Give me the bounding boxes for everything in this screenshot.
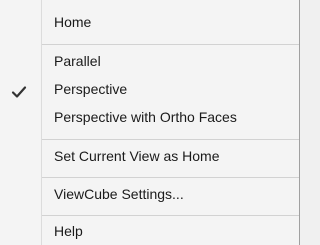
menu-separator [42,139,299,140]
menu-item-parallel[interactable]: Parallel [0,48,299,75]
menu-separator [42,177,299,178]
menu-item-label: Parallel [54,53,101,69]
checkmark-icon [10,82,28,98]
menu-item-label: Home [54,14,92,30]
menu-separator [42,44,299,45]
menu-item-perspective-ortho-faces[interactable]: Perspective with Ortho Faces [0,104,299,131]
menu-item-viewcube-settings[interactable]: ViewCube Settings... [0,181,299,208]
menu-item-perspective[interactable]: Perspective [0,76,299,103]
menu-item-label: Perspective [54,81,128,97]
menu-separator [42,215,299,216]
menu-item-label: Perspective with Ortho Faces [54,109,237,125]
menu-item-label: Help [54,223,83,239]
menu-item-help[interactable]: Help [0,218,299,245]
viewcube-context-menu: Home Parallel Perspective Perspective wi… [0,0,300,245]
menu-item-label: Set Current View as Home [54,148,220,164]
menu-item-label: ViewCube Settings... [54,186,184,202]
menu-item-home[interactable]: Home [0,9,299,36]
menu-item-set-current-view-home[interactable]: Set Current View as Home [0,143,299,170]
